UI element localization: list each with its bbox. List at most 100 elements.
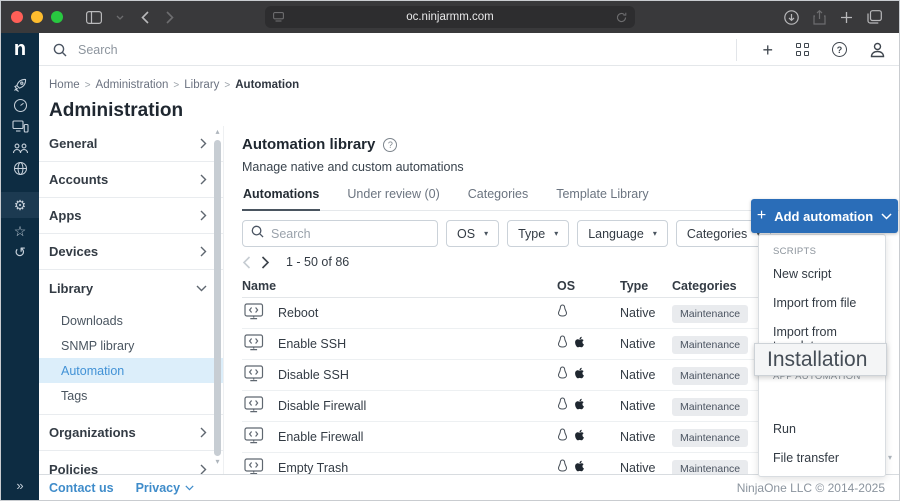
favorites-star-icon[interactable]: ☆ xyxy=(1,220,39,241)
tab-template-library[interactable]: Template Library xyxy=(555,182,649,210)
sidebar-item-organizations[interactable]: Organizations xyxy=(39,415,223,451)
next-page-button[interactable] xyxy=(261,256,270,269)
script-monitor-icon xyxy=(244,334,264,354)
linux-icon xyxy=(557,335,568,353)
breadcrumb-administration[interactable]: Administration xyxy=(96,79,169,91)
chevron-down-icon[interactable] xyxy=(116,15,124,20)
expand-rail-icon[interactable]: » xyxy=(1,478,39,493)
close-window-button[interactable] xyxy=(11,11,23,23)
rocket-icon[interactable] xyxy=(1,74,39,95)
table-search-input[interactable] xyxy=(271,227,432,241)
chevron-right-icon xyxy=(200,138,207,149)
privacy-link[interactable]: Privacy xyxy=(136,481,180,495)
linux-icon xyxy=(557,397,568,415)
browser-sidebar-icon[interactable] xyxy=(86,11,102,24)
sidebar-item-downloads[interactable]: Downloads xyxy=(39,308,223,333)
sidebar-scrollbar[interactable]: ▴ ▾ xyxy=(213,128,222,472)
devices-icon[interactable] xyxy=(1,116,39,137)
scroll-up-icon[interactable]: ▴ xyxy=(213,127,222,136)
sidebar-item-apps[interactable]: Apps xyxy=(39,198,223,234)
global-search[interactable]: Search xyxy=(53,33,118,66)
global-search-placeholder: Search xyxy=(78,43,118,57)
admin-sidebar: General Accounts Apps Devices Library Do… xyxy=(39,126,223,474)
automation-type: Native xyxy=(620,430,672,444)
breadcrumb-home[interactable]: Home xyxy=(49,79,80,91)
administration-gear-icon[interactable]: ⚙ xyxy=(1,192,39,218)
browser-forward-button[interactable] xyxy=(166,11,174,24)
chevron-right-icon xyxy=(200,427,207,438)
copyright-text: NinjaOne LLC © 2014-2025 xyxy=(737,481,885,495)
menu-item-run[interactable]: Run xyxy=(759,415,885,444)
menu-item-installation-magnified[interactable]: Installation xyxy=(754,343,887,376)
app-header: n Search + ? xyxy=(1,33,899,66)
reload-icon[interactable] xyxy=(616,12,627,23)
sidebar-item-tags[interactable]: Tags xyxy=(39,383,223,408)
menu-item-new-script[interactable]: New script xyxy=(759,260,885,289)
sidebar-item-devices[interactable]: Devices xyxy=(39,234,223,270)
zoom-window-button[interactable] xyxy=(51,11,63,23)
chevron-right-icon xyxy=(200,464,207,475)
minimize-window-button[interactable] xyxy=(31,11,43,23)
previous-page-button[interactable] xyxy=(242,256,251,269)
language-filter[interactable]: Language ▾ xyxy=(577,220,668,247)
category-badge: Maintenance xyxy=(672,398,748,416)
linux-icon xyxy=(557,304,568,322)
apple-icon xyxy=(574,428,585,446)
automation-name: Disable SSH xyxy=(278,368,349,382)
history-icon[interactable]: ↺ xyxy=(1,241,39,262)
table-search[interactable] xyxy=(242,220,438,247)
share-icon[interactable] xyxy=(813,10,826,25)
new-tab-icon[interactable] xyxy=(840,11,853,24)
automation-type: Native xyxy=(620,368,672,382)
menu-item-import-from-file[interactable]: Import from file xyxy=(759,289,885,318)
quick-add-button[interactable]: + xyxy=(762,41,773,59)
apple-icon xyxy=(574,397,585,415)
dashboard-gauge-icon[interactable] xyxy=(1,95,39,116)
tab-categories[interactable]: Categories xyxy=(467,182,529,210)
column-header-type[interactable]: Type xyxy=(620,279,672,293)
help-icon[interactable]: ? xyxy=(832,42,847,57)
remote-network-icon[interactable] xyxy=(1,158,39,179)
tab-overview-icon[interactable] xyxy=(867,10,882,24)
ninjaone-logo[interactable]: n xyxy=(1,33,39,66)
tab-under-review[interactable]: Under review (0) xyxy=(346,182,440,210)
tab-automations[interactable]: Automations xyxy=(242,182,320,211)
automation-type: Native xyxy=(620,399,672,413)
breadcrumb-library[interactable]: Library xyxy=(184,79,219,91)
chevron-right-icon xyxy=(200,174,207,185)
add-automation-button[interactable]: + Add automation xyxy=(751,199,898,233)
automation-name: Enable SSH xyxy=(278,337,346,351)
column-header-name[interactable]: Name xyxy=(242,279,557,293)
apps-grid-icon[interactable] xyxy=(796,43,809,56)
browser-back-button[interactable] xyxy=(141,11,149,24)
sidebar-item-automation[interactable]: Automation xyxy=(39,358,223,383)
scroll-down-icon[interactable]: ▾ xyxy=(888,453,892,462)
type-filter[interactable]: Type ▾ xyxy=(507,220,569,247)
sidebar-item-library[interactable]: Library xyxy=(39,270,223,306)
left-icon-rail: ⚙ ☆ ↺ » xyxy=(1,66,39,500)
sidebar-scrollbar-thumb[interactable] xyxy=(214,140,221,456)
scroll-down-icon[interactable]: ▾ xyxy=(213,457,222,466)
contact-us-link[interactable]: Contact us xyxy=(49,481,114,495)
address-bar[interactable]: oc.ninjarmm.com xyxy=(265,6,635,28)
page-settings-icon[interactable] xyxy=(273,12,284,22)
header-divider xyxy=(736,39,737,61)
menu-item-file-transfer[interactable]: File transfer xyxy=(759,444,885,473)
os-filter[interactable]: OS ▾ xyxy=(446,220,499,247)
section-help-icon[interactable]: ? xyxy=(383,138,397,152)
breadcrumb-area: Home > Administration > Library > Automa… xyxy=(39,67,899,126)
sidebar-item-accounts[interactable]: Accounts xyxy=(39,162,223,198)
column-header-os[interactable]: OS xyxy=(557,279,620,293)
downloads-icon[interactable] xyxy=(784,10,799,25)
sidebar-item-general[interactable]: General xyxy=(39,126,223,162)
script-monitor-icon xyxy=(244,303,264,323)
breadcrumb-separator: > xyxy=(85,80,91,91)
browser-chrome: oc.ninjarmm.com xyxy=(1,1,899,33)
automation-name: Reboot xyxy=(278,306,318,320)
user-account-icon[interactable] xyxy=(870,42,885,58)
chevron-down-icon xyxy=(881,213,892,220)
sidebar-item-snmp-library[interactable]: SNMP library xyxy=(39,333,223,358)
organizations-people-icon[interactable] xyxy=(1,137,39,158)
page-title: Administration xyxy=(49,100,899,122)
breadcrumb: Home > Administration > Library > Automa… xyxy=(49,79,899,91)
